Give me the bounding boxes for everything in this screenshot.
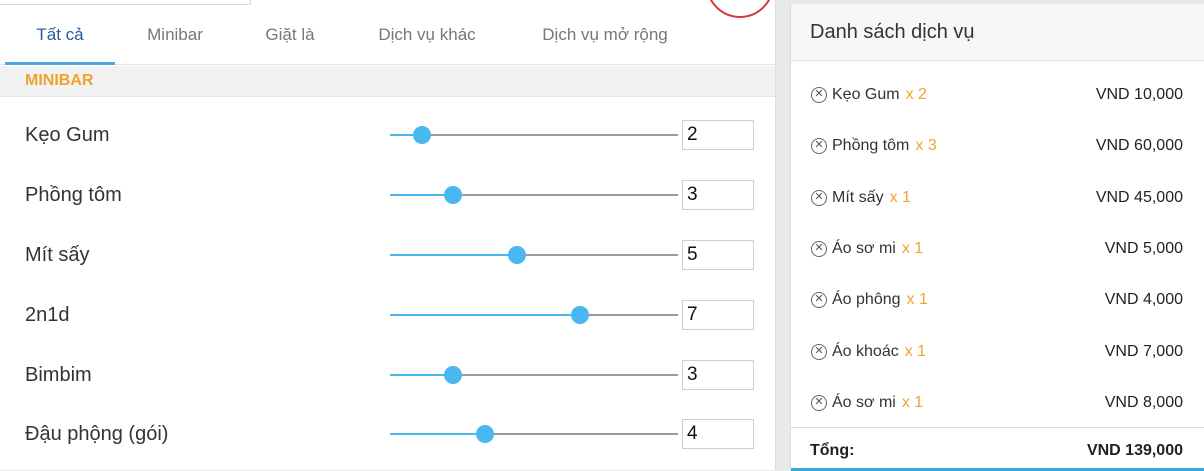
service-price: VND 60,000	[1095, 137, 1183, 154]
service-entry: ✕ Áo phông x 1 VND 4,000	[791, 287, 1204, 317]
service-price: VND 7,000	[1104, 343, 1183, 360]
slider-fill	[390, 254, 517, 256]
minibar-item: 2n1d	[0, 285, 775, 345]
close-circle-icon[interactable]: ✕	[811, 344, 827, 360]
slider-fill	[390, 433, 486, 435]
service-multiplier: x 3	[915, 137, 937, 154]
quantity-input[interactable]	[682, 419, 754, 449]
service-entry: ✕ Phồng tôm x 3 VND 60,000	[791, 133, 1204, 163]
minibar-item: Mít sấy	[0, 225, 775, 285]
item-name: Bimbim	[25, 364, 92, 386]
service-entry: ✕ Kẹo Gum x 2 VND 10,000	[791, 82, 1204, 112]
top-search-stub	[0, 0, 251, 5]
slider-thumb[interactable]	[476, 425, 495, 443]
service-name: Kẹo Gum x 2	[832, 82, 927, 108]
close-circle-icon[interactable]: ✕	[811, 292, 827, 308]
service-entry: ✕ Áo khoác x 1 VND 7,000	[791, 339, 1204, 369]
service-multiplier: x 2	[905, 86, 927, 103]
item-name: Đậu phộng (gói)	[25, 423, 169, 445]
close-circle-icon[interactable]: ✕	[811, 241, 827, 257]
quantity-input[interactable]	[682, 120, 754, 150]
service-multiplier: x 1	[901, 394, 924, 411]
service-entry: ✕ Áo sơ mi x 1 VND 8,000	[791, 390, 1204, 420]
slider-thumb[interactable]	[571, 306, 590, 324]
item-name: Kẹo Gum	[25, 124, 110, 146]
service-name: Áo khoác x 1	[832, 339, 926, 365]
minibar-item: Phồng tôm	[0, 165, 775, 225]
service-multiplier: x 1	[889, 189, 911, 206]
quantity-input[interactable]	[682, 360, 754, 390]
service-price: VND 5,000	[1104, 240, 1183, 257]
service-multiplier: x 1	[901, 240, 924, 257]
total-bar: Tổng: VND 139,000	[791, 427, 1204, 471]
service-list-panel: Danh sách dịch vụ ✕ Kẹo Gum x 2 VND 10,00…	[790, 4, 1204, 471]
service-name-text: Kẹo Gum	[832, 86, 900, 103]
services-panel: Tất cả Minibar Giặt là Dịch vụ khác Dịch…	[0, 0, 776, 470]
service-entry: ✕ Mít sấy x 1 VND 45,000	[791, 185, 1204, 215]
minibar-item: Đậu phộng (gói)	[0, 404, 775, 464]
quantity-slider[interactable]	[390, 105, 678, 165]
service-entry: ✕ Áo sơ mi x 1 VND 5,000	[791, 236, 1204, 266]
quantity-slider[interactable]	[390, 404, 678, 464]
service-price: VND 45,000	[1095, 189, 1183, 206]
service-name-text: Phồng tôm	[832, 137, 910, 154]
quantity-input[interactable]	[682, 300, 754, 330]
service-tabs: Tất cả Minibar Giặt là Dịch vụ khác Dịch…	[0, 6, 775, 65]
quantity-input[interactable]	[682, 240, 754, 270]
service-multiplier: x 1	[906, 291, 928, 308]
total-label: Tổng:	[810, 442, 855, 459]
service-name: Áo sơ mi x 1	[832, 236, 923, 262]
tab-laundry[interactable]: Giặt là	[240, 6, 340, 64]
panel-header: Danh sách dịch vụ	[791, 4, 1204, 61]
service-name: Phồng tôm x 3	[832, 133, 937, 159]
tab-other-services[interactable]: Dịch vụ khác	[357, 6, 497, 64]
service-name-text: Áo phông	[832, 291, 901, 308]
close-circle-icon[interactable]: ✕	[811, 395, 827, 411]
close-circle-icon[interactable]: ✕	[811, 87, 827, 103]
slider-thumb[interactable]	[507, 246, 526, 264]
minibar-item: Kẹo Gum	[0, 105, 775, 165]
slider-track	[390, 134, 678, 136]
section-title: MINIBAR	[25, 72, 94, 89]
service-price: VND 10,000	[1095, 86, 1183, 103]
quantity-slider[interactable]	[390, 225, 678, 285]
quantity-slider[interactable]	[390, 345, 678, 405]
close-circle-icon[interactable]: ✕	[811, 138, 827, 154]
tab-minibar[interactable]: Minibar	[125, 6, 225, 64]
quantity-input[interactable]	[682, 180, 754, 210]
total-value: VND 139,000	[1086, 442, 1183, 459]
tab-extended-services[interactable]: Dịch vụ mở rộng	[520, 6, 690, 64]
panel-title: Danh sách dịch vụ	[810, 21, 975, 43]
service-name-text: Áo sơ mi	[832, 240, 896, 257]
service-name: Áo phông x 1	[832, 287, 928, 313]
item-name: Phồng tôm	[25, 184, 122, 206]
slider-fill	[390, 314, 581, 316]
tab-all[interactable]: Tất cả	[5, 6, 115, 65]
item-name: Mít sấy	[25, 244, 90, 266]
service-multiplier: x 1	[904, 343, 927, 360]
service-price: VND 4,000	[1104, 291, 1183, 308]
slider-thumb[interactable]	[444, 186, 463, 204]
service-name: Áo sơ mi x 1	[832, 390, 923, 416]
service-name-text: Mít sấy	[832, 189, 884, 206]
service-price: VND 8,000	[1104, 394, 1183, 411]
minibar-item: Bimbim	[0, 345, 775, 405]
close-circle-icon[interactable]: ✕	[811, 190, 827, 206]
quantity-slider[interactable]	[390, 165, 678, 225]
service-name-text: Áo sơ mi	[832, 394, 896, 411]
service-name: Mít sấy x 1	[832, 185, 911, 211]
section-header: MINIBAR	[0, 66, 775, 97]
service-name-text: Áo khoác	[832, 343, 899, 360]
quantity-slider[interactable]	[390, 285, 678, 345]
slider-thumb[interactable]	[444, 366, 463, 384]
item-name: 2n1d	[25, 304, 70, 326]
slider-thumb[interactable]	[412, 126, 431, 144]
